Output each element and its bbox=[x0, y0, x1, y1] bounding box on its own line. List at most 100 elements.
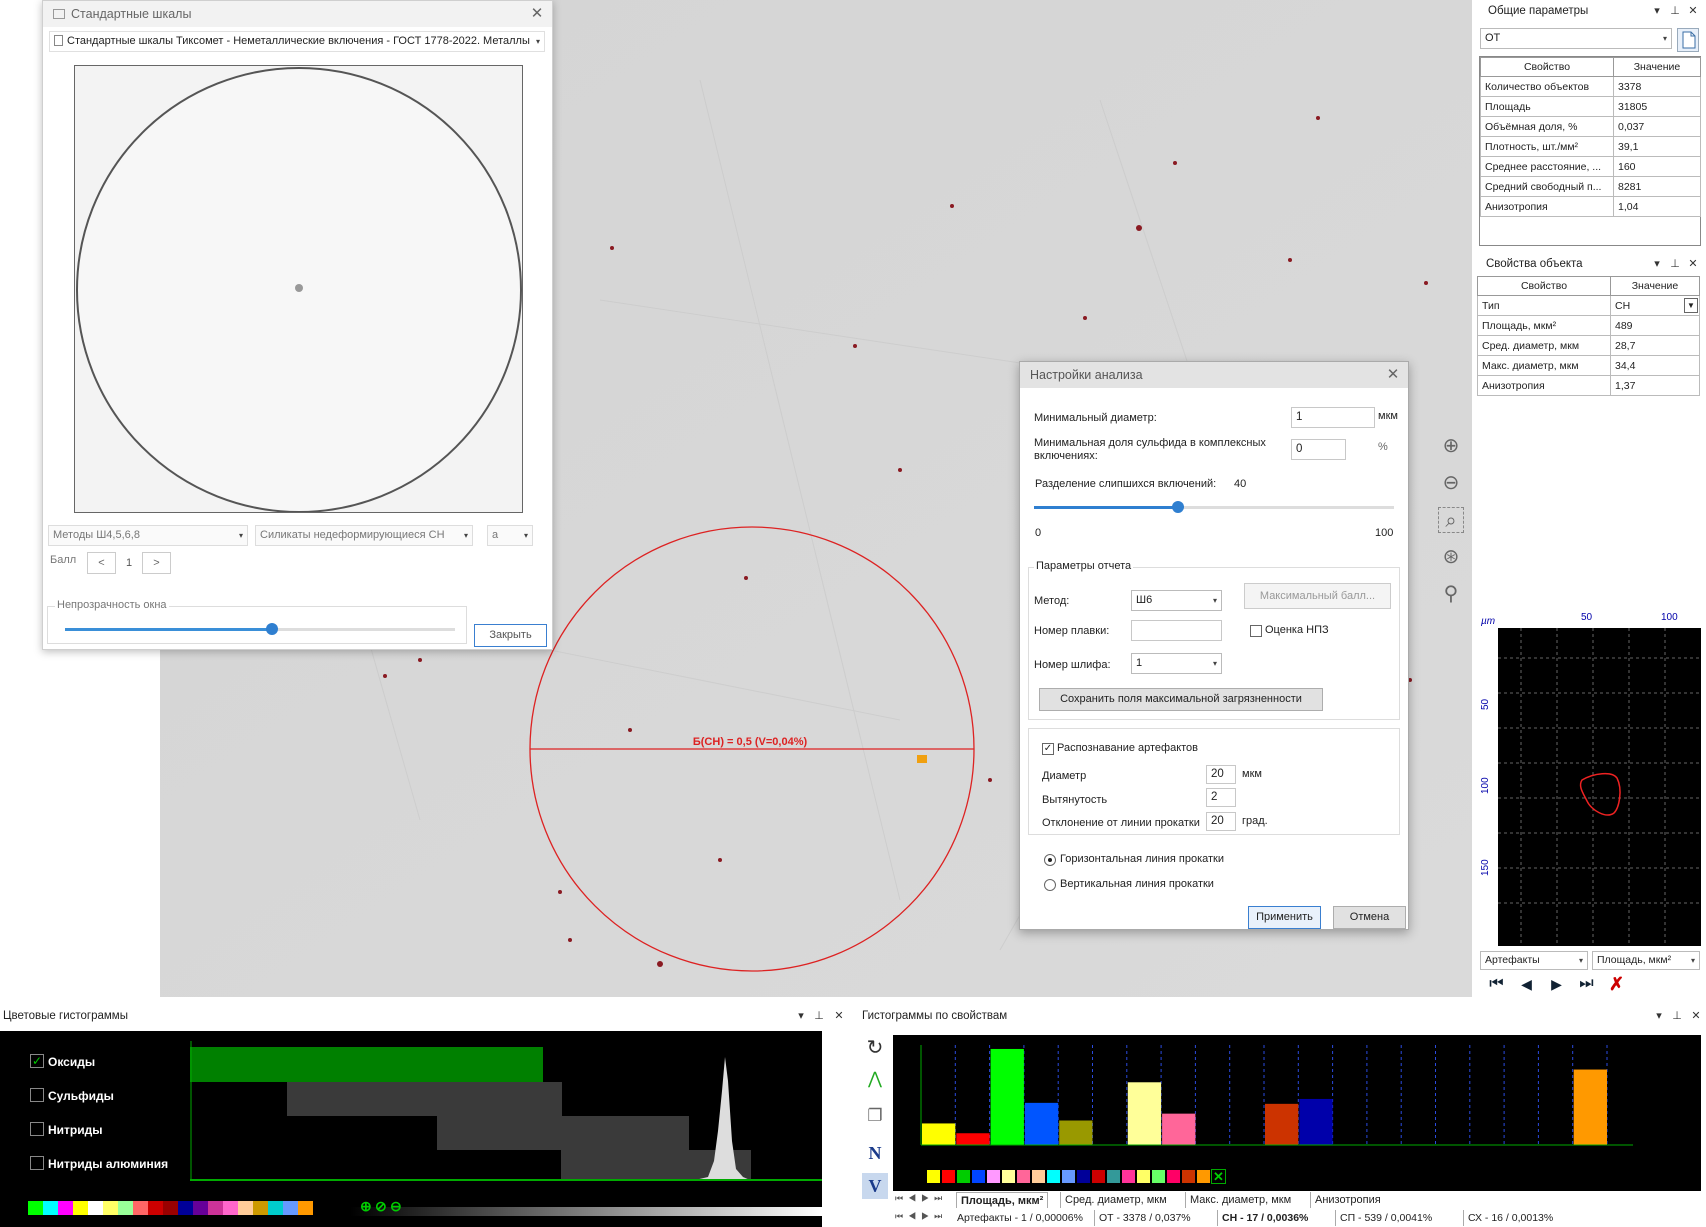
class-swatch[interactable] bbox=[926, 1169, 941, 1184]
histogram-bar[interactable] bbox=[922, 1123, 956, 1145]
panel-close-icon[interactable]: ✕ bbox=[1686, 253, 1700, 275]
class-swatch[interactable] bbox=[1166, 1169, 1181, 1184]
table-row[interactable]: Средний свободный п... 8281 bbox=[1480, 176, 1701, 197]
pin-icon[interactable]: ⊥ bbox=[1670, 1005, 1684, 1027]
tab-max-diameter[interactable]: Макс. диаметр, мкм bbox=[1185, 1192, 1295, 1208]
histogram-bar[interactable] bbox=[1299, 1098, 1333, 1145]
inclusion-type-select[interactable]: Силикаты недеформирующиеся СН ▾ bbox=[255, 525, 473, 546]
class-select[interactable]: ОТ ▾ bbox=[1480, 28, 1672, 49]
table-row[interactable]: Количество объектов 3378 bbox=[1480, 76, 1701, 97]
cancel-button[interactable]: Отмена bbox=[1333, 906, 1406, 929]
al-nitrides-checkbox[interactable] bbox=[30, 1156, 44, 1170]
delete-object-icon[interactable]: ✗ bbox=[1604, 974, 1629, 994]
palette-color[interactable] bbox=[193, 1201, 208, 1215]
horizontal-rolling-radio[interactable] bbox=[1044, 854, 1056, 866]
artifact-diameter-input[interactable]: 20 bbox=[1206, 765, 1236, 784]
panel-menu-icon[interactable]: ▾ bbox=[794, 1005, 808, 1027]
histogram-bar[interactable] bbox=[1127, 1082, 1162, 1145]
table-row[interactable]: Сред. диаметр, мкм 28,7 bbox=[1477, 335, 1700, 356]
report-document-icon[interactable] bbox=[1677, 28, 1699, 52]
edit-color-icon[interactable]: ⊘ bbox=[375, 1198, 387, 1215]
zoom-in-icon[interactable]: ⊕ bbox=[1438, 433, 1464, 459]
panel-menu-icon[interactable]: ▾ bbox=[1650, 253, 1664, 275]
panel-menu-icon[interactable]: ▾ bbox=[1652, 1005, 1666, 1027]
histogram-bar[interactable] bbox=[1265, 1103, 1299, 1145]
tab-scroll-arrows[interactable]: ⏮◀▶⏭ bbox=[895, 1193, 947, 1204]
class-swatch[interactable] bbox=[1106, 1169, 1121, 1184]
palette-color[interactable] bbox=[88, 1201, 103, 1215]
magnifier-icon[interactable]: ⚲ bbox=[1438, 581, 1464, 607]
count-mode-icon[interactable]: N bbox=[862, 1140, 888, 1166]
class-color-swatches[interactable]: ✕ bbox=[926, 1169, 1226, 1184]
opacity-slider[interactable] bbox=[65, 623, 455, 635]
max-score-button[interactable]: Максимальный балл... bbox=[1244, 583, 1391, 609]
panel-menu-icon[interactable]: ▾ bbox=[1650, 0, 1664, 22]
nitrides-checkbox[interactable] bbox=[30, 1122, 44, 1136]
sulfides-checkbox[interactable] bbox=[30, 1088, 44, 1102]
tab-area[interactable]: Площадь, мкм² bbox=[956, 1192, 1049, 1208]
palette-color[interactable] bbox=[43, 1201, 58, 1215]
close-button[interactable]: Закрыть bbox=[474, 624, 547, 647]
class-tab-scroll-arrows[interactable]: ⏮◀▶⏭ bbox=[895, 1211, 947, 1222]
class-swatch[interactable] bbox=[1196, 1169, 1211, 1184]
class-swatch[interactable] bbox=[1001, 1169, 1016, 1184]
panel-close-icon[interactable]: ✕ bbox=[832, 1005, 846, 1027]
clear-swatches-icon[interactable]: ✕ bbox=[1211, 1169, 1226, 1184]
table-row[interactable]: Среднее расстояние, ... 160 bbox=[1480, 156, 1701, 177]
table-row[interactable]: Площадь 31805 bbox=[1480, 96, 1701, 117]
histogram-bar[interactable] bbox=[1024, 1102, 1059, 1145]
histogram-bar[interactable] bbox=[1059, 1120, 1093, 1146]
next-object-icon[interactable]: ▶ bbox=[1544, 974, 1569, 994]
palette-color[interactable] bbox=[58, 1201, 73, 1215]
palette-color[interactable] bbox=[28, 1201, 43, 1215]
pin-icon[interactable]: ⊥ bbox=[1668, 253, 1682, 275]
palette-color[interactable] bbox=[298, 1201, 313, 1215]
vertical-rolling-radio[interactable] bbox=[1044, 879, 1056, 891]
palette-color[interactable] bbox=[73, 1201, 88, 1215]
class-swatch[interactable] bbox=[956, 1169, 971, 1184]
class-swatch[interactable] bbox=[1061, 1169, 1076, 1184]
zoom-out-icon[interactable]: ⊖ bbox=[1438, 470, 1464, 496]
method-select[interactable]: Методы Ш4,5,6,8 ▾ bbox=[48, 525, 248, 546]
separation-slider-thumb[interactable] bbox=[1172, 501, 1184, 513]
melt-number-input[interactable] bbox=[1131, 620, 1222, 641]
table-row[interactable]: Анизотропия 1,04 bbox=[1480, 196, 1701, 217]
panel-close-icon[interactable]: ✕ bbox=[1689, 1005, 1703, 1027]
add-color-icon[interactable]: ⊕ bbox=[360, 1198, 372, 1215]
artifacts-checkbox[interactable]: ✓ bbox=[1042, 743, 1054, 755]
section-number-select[interactable]: 1 ▾ bbox=[1131, 653, 1222, 674]
subtype-select[interactable]: а ▾ bbox=[487, 525, 533, 546]
histogram-bar[interactable] bbox=[1162, 1113, 1196, 1145]
report-method-select[interactable]: Ш6 ▾ bbox=[1131, 590, 1222, 611]
apply-button[interactable]: Применить bbox=[1248, 906, 1321, 929]
palette-color[interactable] bbox=[133, 1201, 148, 1215]
pin-icon[interactable]: ⊥ bbox=[812, 1005, 826, 1027]
scales-close-icon[interactable]: ✕ bbox=[530, 3, 544, 25]
tab-anisotropy[interactable]: Анизотропия bbox=[1310, 1192, 1385, 1208]
class-swatch[interactable] bbox=[971, 1169, 986, 1184]
deviation-input[interactable]: 20 bbox=[1206, 812, 1236, 831]
histogram-bar[interactable] bbox=[990, 1048, 1024, 1145]
class-tab-sn[interactable]: СН - 17 / 0,0036% bbox=[1217, 1210, 1312, 1226]
palette-color[interactable] bbox=[103, 1201, 118, 1215]
color-palette-strip[interactable] bbox=[28, 1201, 313, 1215]
last-object-icon[interactable]: ⏭ bbox=[1574, 974, 1599, 994]
contour-class-select[interactable]: Артефакты ▾ bbox=[1480, 951, 1588, 970]
oxides-checkbox[interactable]: ✓ bbox=[30, 1054, 44, 1068]
palette-color[interactable] bbox=[268, 1201, 283, 1215]
separation-slider[interactable] bbox=[1034, 501, 1394, 513]
distribution-icon[interactable]: ⋀ bbox=[862, 1066, 888, 1092]
first-object-icon[interactable]: ⏮ bbox=[1484, 974, 1509, 994]
min-diameter-input[interactable]: 1 bbox=[1291, 407, 1375, 428]
score-prev-button[interactable]: < bbox=[87, 552, 116, 574]
table-row[interactable]: Плотность, шт./мм² 39,1 bbox=[1480, 136, 1701, 157]
min-sulfide-input[interactable]: 0 bbox=[1291, 439, 1346, 460]
palette-color[interactable] bbox=[178, 1201, 193, 1215]
zoom-fit-icon[interactable]: ⊛ bbox=[1438, 544, 1464, 570]
dialog-close-icon[interactable]: ✕ bbox=[1386, 364, 1400, 386]
histogram-bar[interactable] bbox=[956, 1133, 990, 1145]
palette-color[interactable] bbox=[253, 1201, 268, 1215]
class-swatch[interactable] bbox=[1151, 1169, 1166, 1184]
palette-color[interactable] bbox=[223, 1201, 238, 1215]
table-row[interactable]: Тип СН ▼ bbox=[1477, 295, 1700, 316]
